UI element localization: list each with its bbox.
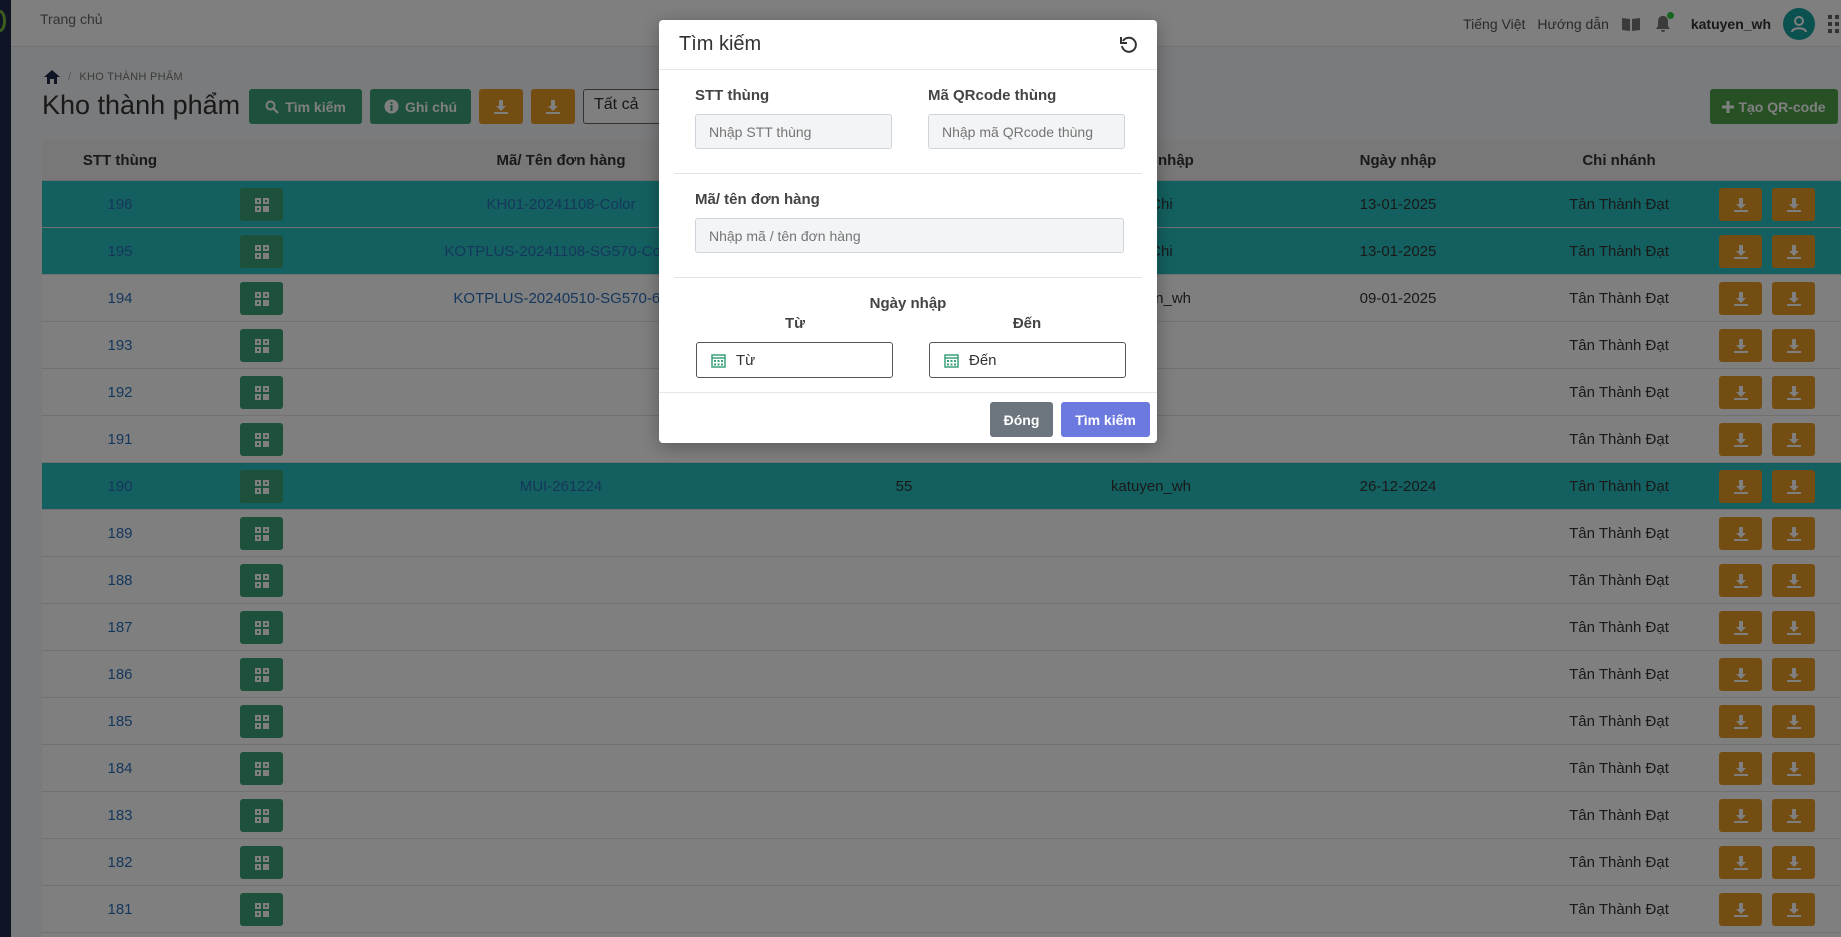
search-modal: Tìm kiếm STT thùng Mã QRcode thùng Mã/ t… [659,20,1157,443]
from-date-input[interactable]: Từ [696,342,893,378]
close-button[interactable]: Đóng [990,402,1053,437]
to-label: Đến [1012,315,1042,332]
calendar-icon [944,353,959,368]
date-label: Ngày nhập [869,295,947,312]
divider [674,277,1142,278]
modal-title: Tìm kiếm [679,33,762,55]
qr-label: Mã QRcode thùng [928,87,1057,104]
stt-label: STT thùng [695,87,770,104]
to-date-input[interactable]: Đến [929,342,1126,378]
qr-input[interactable] [928,114,1125,149]
order-label: Mã/ tên đơn hàng [695,191,820,208]
submit-search-button[interactable]: Tìm kiếm [1061,402,1150,437]
divider [674,173,1142,174]
modal-header: Tìm kiếm [659,20,1157,70]
calendar-icon [711,353,726,368]
stt-input[interactable] [695,114,892,149]
from-label: Từ [784,315,806,332]
modal-footer: Đóng Tìm kiếm [659,392,1157,443]
reset-icon[interactable] [1119,35,1139,55]
order-input[interactable] [695,218,1124,253]
